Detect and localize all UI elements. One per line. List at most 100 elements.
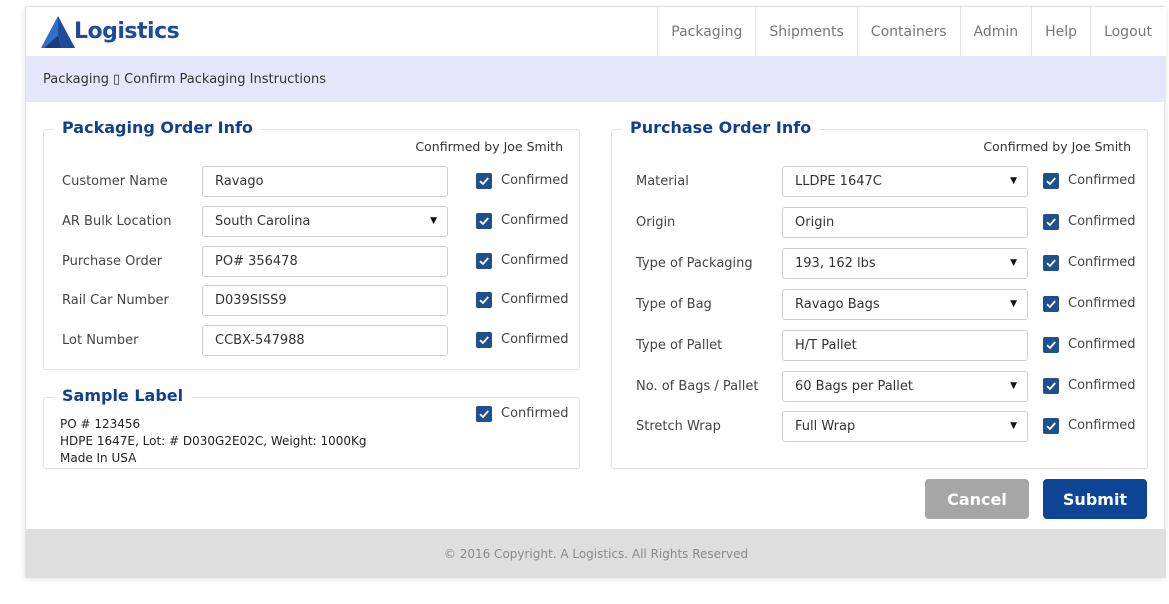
customer-name-confirmed-label: Confirmed bbox=[501, 173, 569, 188]
row-type-of-pallet: Type of Pallet H/T Pallet Confirmed bbox=[612, 330, 1147, 362]
stretch-wrap-confirmed-label: Confirmed bbox=[1068, 418, 1136, 433]
sample-label-line: PO # 123456 bbox=[60, 417, 141, 431]
type-of-pallet-confirmed-label: Confirmed bbox=[1068, 337, 1136, 352]
bags-per-pallet-select[interactable]: 60 Bags per Pallet ▼ bbox=[782, 371, 1028, 402]
origin-value: Origin bbox=[795, 215, 835, 230]
customer-name-label: Customer Name bbox=[62, 174, 168, 189]
type-of-pallet-input[interactable]: H/T Pallet bbox=[782, 330, 1028, 361]
rail-car-number-input[interactable]: D039SISS9 bbox=[202, 285, 448, 316]
row-material: Material LLDPE 1647C ▼ Confirmed bbox=[612, 166, 1147, 198]
logo-mark-icon bbox=[41, 16, 75, 48]
type-of-bag-checkbox[interactable] bbox=[1043, 296, 1059, 312]
caret-down-icon: ▼ bbox=[1010, 258, 1017, 268]
sample-label-text: PO # 123456 HDPE 1647E, Lot: # D030G2E02… bbox=[60, 416, 367, 467]
row-rail-car-number: Rail Car Number D039SISS9 Confirmed bbox=[44, 285, 579, 317]
row-customer-name: Customer Name Ravago Confirmed bbox=[44, 166, 579, 198]
type-of-packaging-select[interactable]: 193, 162 lbs ▼ bbox=[782, 248, 1028, 279]
bags-per-pallet-checkbox[interactable] bbox=[1043, 378, 1059, 394]
type-of-pallet-label: Type of Pallet bbox=[636, 338, 723, 353]
checkmark-icon bbox=[1046, 259, 1056, 268]
lot-number-input[interactable]: CCBX-547988 bbox=[202, 325, 448, 356]
nav-admin[interactable]: Admin bbox=[959, 7, 1032, 56]
bags-per-pallet-label: No. of Bags / Pallet bbox=[636, 379, 759, 394]
ar-bulk-location-value: South Carolina bbox=[215, 214, 311, 229]
row-purchase-order: Purchase Order PO# 356478 Confirmed bbox=[44, 246, 579, 278]
main-nav: Packaging Shipments Containers Admin Hel… bbox=[657, 7, 1166, 56]
bags-per-pallet-confirmed-label: Confirmed bbox=[1068, 378, 1136, 393]
app-window: Logistics Packaging Shipments Containers… bbox=[25, 6, 1166, 578]
breadcrumb-root[interactable]: Packaging bbox=[43, 72, 109, 87]
material-select[interactable]: LLDPE 1647C ▼ bbox=[782, 166, 1028, 197]
purchase-order-checkbox[interactable] bbox=[476, 253, 492, 269]
rail-car-number-checkbox[interactable] bbox=[476, 292, 492, 308]
rail-car-number-value: D039SISS9 bbox=[215, 293, 287, 308]
lot-number-checkbox[interactable] bbox=[476, 332, 492, 348]
material-confirmed-label: Confirmed bbox=[1068, 173, 1136, 188]
checkmark-icon bbox=[479, 336, 489, 345]
customer-name-input[interactable]: Ravago bbox=[202, 166, 448, 197]
caret-down-icon: ▼ bbox=[1010, 299, 1017, 309]
customer-name-value: Ravago bbox=[215, 174, 264, 189]
purchase-order-title: Purchase Order Info bbox=[622, 118, 820, 137]
footer: © 2016 Copyright. A Logistics. All Right… bbox=[26, 529, 1166, 578]
nav-shipments[interactable]: Shipments bbox=[755, 7, 856, 56]
customer-name-checkbox[interactable] bbox=[476, 173, 492, 189]
sample-label-title: Sample Label bbox=[54, 386, 192, 405]
purchase-order-input[interactable]: PO# 356478 bbox=[202, 246, 448, 277]
logo[interactable]: Logistics bbox=[40, 15, 200, 51]
rail-car-number-label: Rail Car Number bbox=[62, 293, 169, 308]
row-ar-bulk-location: AR Bulk Location South Carolina ▼ Confir… bbox=[44, 206, 579, 238]
sample-label-line: HDPE 1647E, Lot: # D030G2E02C, Weight: 1… bbox=[60, 434, 367, 448]
checkmark-icon bbox=[479, 177, 489, 186]
cancel-button[interactable]: Cancel bbox=[925, 479, 1029, 519]
type-of-pallet-checkbox[interactable] bbox=[1043, 337, 1059, 353]
material-checkbox[interactable] bbox=[1043, 173, 1059, 189]
row-lot-number: Lot Number CCBX-547988 Confirmed bbox=[44, 325, 579, 357]
ar-bulk-location-confirmed-label: Confirmed bbox=[501, 213, 569, 228]
breadcrumb-current: Confirm Packaging Instructions bbox=[124, 71, 326, 87]
ar-bulk-location-select[interactable]: South Carolina ▼ bbox=[202, 206, 448, 237]
rail-car-number-confirmed-label: Confirmed bbox=[501, 292, 569, 307]
lot-number-label: Lot Number bbox=[62, 333, 139, 348]
sample-label-line: Made In USA bbox=[60, 451, 137, 465]
stretch-wrap-select[interactable]: Full Wrap ▼ bbox=[782, 411, 1028, 442]
checkmark-icon bbox=[1046, 218, 1056, 227]
nav-containers[interactable]: Containers bbox=[856, 7, 960, 56]
sample-label-panel: Sample Label PO # 123456 HDPE 1647E, Lot… bbox=[43, 386, 580, 469]
material-value: LLDPE 1647C bbox=[795, 174, 882, 189]
caret-down-icon: ▼ bbox=[430, 216, 437, 226]
breadcrumb: Packaging ▯ Confirm Packaging Instructio… bbox=[26, 56, 1166, 102]
lot-number-confirmed-label: Confirmed bbox=[501, 332, 569, 347]
type-of-packaging-confirmed-label: Confirmed bbox=[1068, 255, 1136, 270]
origin-checkbox[interactable] bbox=[1043, 214, 1059, 230]
nav-help[interactable]: Help bbox=[1031, 7, 1090, 56]
nav-packaging[interactable]: Packaging bbox=[657, 7, 755, 56]
checkmark-icon bbox=[479, 410, 489, 419]
caret-down-icon: ▼ bbox=[1010, 176, 1017, 186]
checkmark-icon bbox=[1046, 422, 1056, 431]
stretch-wrap-checkbox[interactable] bbox=[1043, 418, 1059, 434]
row-type-of-packaging: Type of Packaging 193, 162 lbs ▼ Confirm… bbox=[612, 248, 1147, 280]
checkmark-icon bbox=[479, 217, 489, 226]
checkmark-icon bbox=[1046, 300, 1056, 309]
type-of-bag-select[interactable]: Ravago Bags ▼ bbox=[782, 289, 1028, 320]
lot-number-value: CCBX-547988 bbox=[215, 333, 305, 348]
purchase-confirmed-by: Confirmed by Joe Smith bbox=[983, 139, 1131, 154]
origin-input[interactable]: Origin bbox=[782, 207, 1028, 238]
origin-confirmed-label: Confirmed bbox=[1068, 214, 1136, 229]
type-of-packaging-checkbox[interactable] bbox=[1043, 255, 1059, 271]
packaging-order-title: Packaging Order Info bbox=[54, 118, 261, 137]
row-type-of-bag: Type of Bag Ravago Bags ▼ Confirmed bbox=[612, 289, 1147, 321]
checkmark-icon bbox=[1046, 382, 1056, 391]
sample-label-checkbox[interactable] bbox=[476, 406, 492, 422]
nav-logout[interactable]: Logout bbox=[1090, 7, 1166, 56]
ar-bulk-location-checkbox[interactable] bbox=[476, 213, 492, 229]
stretch-wrap-value: Full Wrap bbox=[795, 419, 856, 434]
stretch-wrap-label: Stretch Wrap bbox=[636, 419, 721, 434]
ar-bulk-location-label: AR Bulk Location bbox=[62, 214, 172, 229]
purchase-order-panel: Purchase Order Info Confirmed by Joe Smi… bbox=[611, 118, 1148, 469]
material-label: Material bbox=[636, 174, 689, 189]
submit-button[interactable]: Submit bbox=[1043, 479, 1147, 519]
checkmark-icon bbox=[479, 296, 489, 305]
footer-copyright: © 2016 Copyright. A Logistics. All Right… bbox=[443, 546, 749, 561]
